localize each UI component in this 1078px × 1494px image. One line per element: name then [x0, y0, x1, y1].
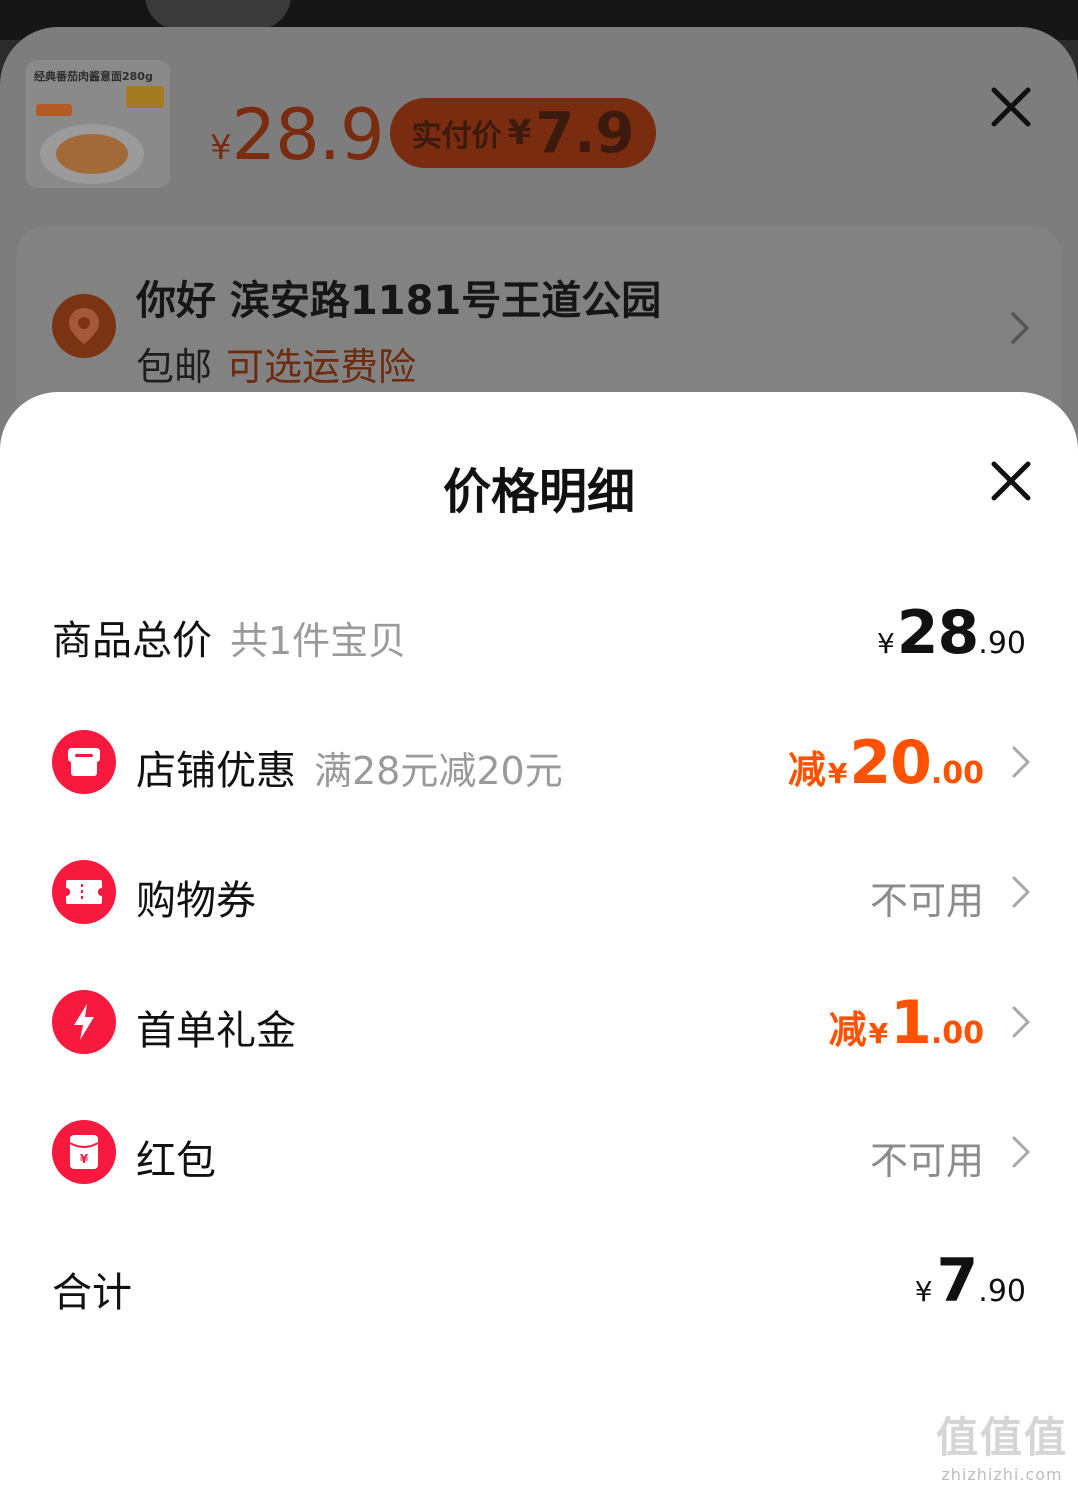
svg-text:¥: ¥	[80, 1152, 89, 1166]
discount-prefix: 减	[828, 1008, 867, 1052]
total-amount: ¥7.90	[915, 1246, 1026, 1316]
free-shipping-label: 包邮	[136, 345, 213, 389]
product-thumb-badge	[126, 86, 164, 108]
shopping-coupon-label: 购物券	[136, 878, 256, 924]
chevron-right-icon[interactable]	[1010, 1004, 1032, 1040]
item-count-note: 共1件宝贝	[230, 619, 407, 663]
actual-pay-value: 7.9	[535, 100, 635, 166]
yen-sign: ¥	[876, 627, 895, 660]
row-label: 店铺优惠 满28元减20元	[136, 738, 563, 796]
row-total: 合计 ¥7.90	[0, 1242, 1078, 1332]
amount-integer: 1	[890, 988, 932, 1058]
first-order-gift-amount: 减 ¥1.00	[829, 988, 984, 1058]
row-store-discount[interactable]: 店铺优惠 满28元减20元 减 ¥20.00	[0, 722, 1078, 802]
first-order-gift-label: 首单礼金	[136, 1008, 296, 1054]
lightning-icon	[52, 990, 116, 1054]
store-icon	[52, 730, 116, 794]
amount-integer: 20	[849, 728, 931, 798]
actual-pay-badge: 实付价 ¥ 7.9	[390, 98, 656, 168]
total-label: 合计	[52, 1270, 132, 1316]
product-thumb-tag	[36, 104, 72, 116]
amount-decimal: .00	[930, 1016, 984, 1051]
red-envelope-icon: ¥	[52, 1120, 116, 1184]
store-discount-rule: 满28元减20元	[314, 749, 563, 793]
product-thumb-label: 经典番茄肉酱意面280g	[34, 70, 153, 83]
shipping-info: 包邮 可选运费险	[136, 336, 416, 391]
watermark-url: zhizhizhi.com	[941, 1465, 1063, 1484]
product-price-value: 28.9	[231, 94, 385, 176]
close-icon[interactable]	[990, 86, 1032, 128]
chevron-right-icon[interactable]	[1010, 1134, 1032, 1170]
row-label: 商品总价 共1件宝贝	[52, 608, 406, 666]
amount-integer: 7	[936, 1246, 979, 1316]
product-thumb-pasta	[56, 134, 128, 174]
red-packet-status: 不可用	[869, 1139, 984, 1183]
row-shopping-coupon[interactable]: 购物券 不可用	[0, 852, 1078, 932]
amount-decimal: .00	[930, 756, 984, 791]
video-tab-pill	[145, 0, 291, 30]
store-discount-amount: 减 ¥20.00	[788, 728, 984, 798]
amount-decimal: .90	[978, 626, 1026, 661]
goods-total-label: 商品总价	[52, 618, 212, 664]
row-red-packet[interactable]: ¥ 红包 不可用	[0, 1112, 1078, 1192]
store-discount-label: 店铺优惠	[136, 748, 296, 794]
goods-total-amount: ¥28.90	[875, 598, 1026, 668]
product-price-yen: ¥	[210, 128, 232, 168]
watermark: 值值值 zhizhizhi.com	[936, 1404, 1068, 1484]
sheet-title: 价格明细	[442, 464, 635, 520]
close-icon[interactable]	[990, 460, 1032, 502]
product-price: ¥28.9	[210, 94, 384, 176]
ticket-icon	[52, 860, 116, 924]
actual-pay-yen: ¥	[507, 113, 532, 153]
actual-pay-label: 实付价	[411, 119, 502, 154]
chevron-right-icon[interactable]	[1010, 874, 1032, 910]
location-pin-icon	[52, 294, 116, 358]
row-goods-total: 商品总价 共1件宝贝 ¥28.90	[0, 592, 1078, 672]
yen-sign: ¥	[868, 1017, 889, 1050]
red-packet-label: 红包	[136, 1138, 216, 1184]
amount-decimal: .90	[978, 1274, 1026, 1309]
coupon-status: 不可用	[869, 879, 984, 923]
chevron-right-icon[interactable]	[1010, 744, 1032, 780]
chevron-right-icon[interactable]	[1008, 310, 1032, 346]
address-line: 你好 滨安路1181号王道公园	[136, 278, 662, 324]
amount-integer: 28	[896, 598, 979, 668]
row-first-order-gift[interactable]: 首单礼金 减 ¥1.00	[0, 982, 1078, 1062]
shipping-insurance-link[interactable]: 可选运费险	[226, 345, 416, 389]
product-thumbnail[interactable]: 经典番茄肉酱意面280g	[26, 60, 170, 188]
watermark-logo: 值值值	[935, 1413, 1068, 1462]
yen-sign: ¥	[914, 1275, 933, 1308]
yen-sign: ¥	[827, 757, 848, 790]
discount-prefix: 减	[787, 748, 826, 792]
